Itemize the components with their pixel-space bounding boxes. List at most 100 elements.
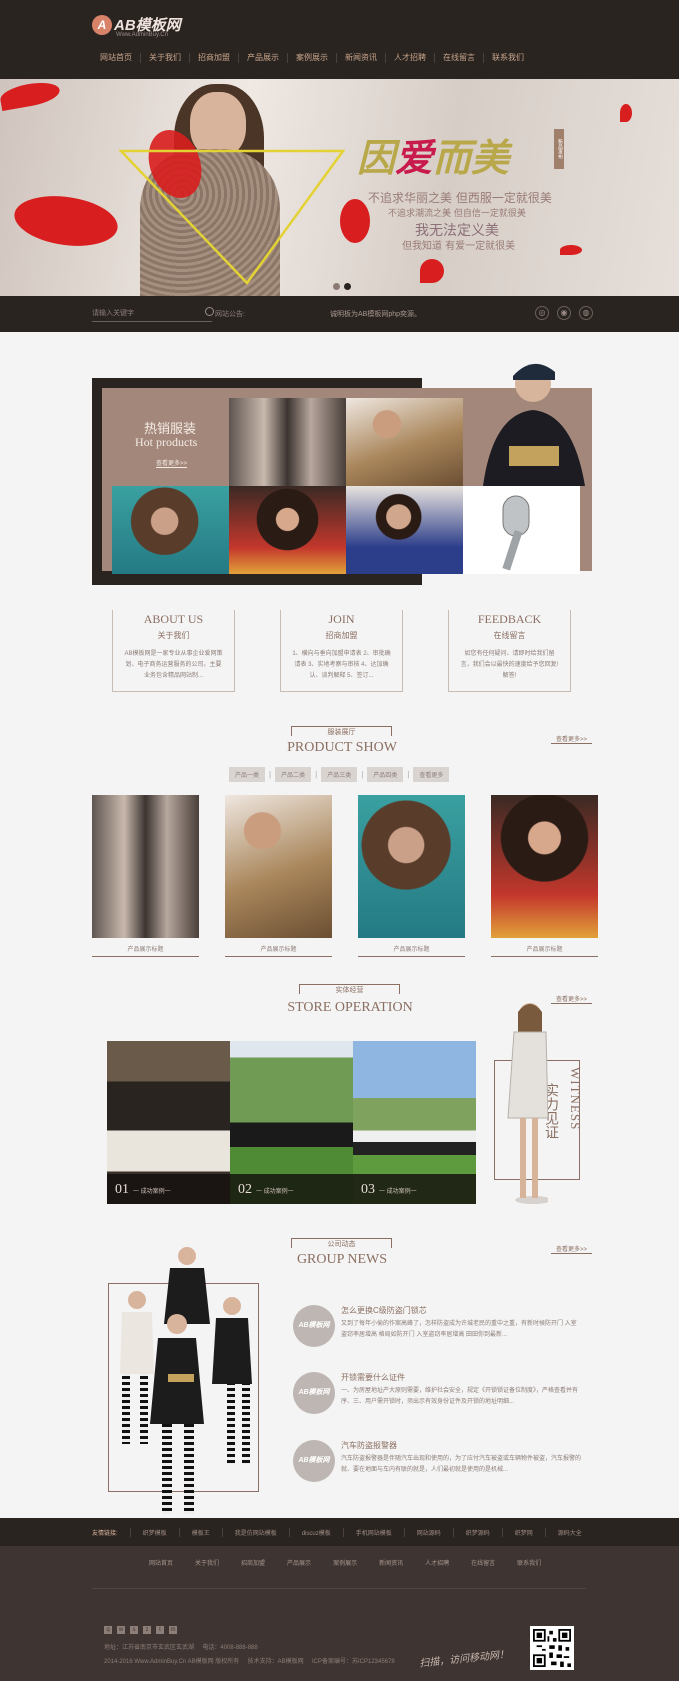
hot-more-link[interactable]: 查看更多>>: [156, 458, 188, 468]
search-input[interactable]: 请输入关键字: [92, 308, 212, 322]
share-zone-icon[interactable]: z: [143, 1626, 151, 1634]
banner-line-1: 不追求华丽之美 但西服一定就很美: [368, 191, 552, 205]
product-caption: 产品展示标题: [92, 944, 199, 957]
footer-nav-item[interactable]: 人才招聘: [414, 1558, 460, 1567]
join-desc: 1、横向与垂向加盟申请表 2、审批确请表 3、实地考察与审核 4、达加确认、谈判…: [292, 651, 391, 679]
hot-product-image[interactable]: [112, 486, 229, 574]
notice-text[interactable]: 诚明板为AB模板网php奕源。: [330, 309, 421, 319]
nav-item[interactable]: 案例展示: [288, 53, 337, 63]
nav-item[interactable]: 新闻资讯: [337, 53, 386, 63]
store-case-label: 02 一 成功案例一: [230, 1174, 353, 1204]
product-card[interactable]: 产品展示标题: [92, 795, 199, 957]
friend-link[interactable]: 织梦网: [501, 1527, 545, 1537]
petal-decor: [620, 104, 632, 122]
friend-links-label: 友情链接:: [92, 1530, 118, 1537]
banner-headline: 因爱而美: [357, 135, 510, 180]
witness-en: WITNESS: [568, 1067, 583, 1131]
hot-product-image[interactable]: [229, 398, 346, 486]
footer-nav-item[interactable]: 联系我们: [506, 1558, 552, 1567]
feedback-block[interactable]: FEEDBACK 在线留言 如您有任何疑问、请即时给我们留言，我们会以最快的速度…: [448, 610, 571, 692]
product-more-link[interactable]: 查看更多>>: [551, 734, 592, 744]
news-body: 一、为房屋地址产大原则需要，维护社会安全，规定《开锁锁证备位制度》，严格查看并有…: [341, 1388, 579, 1405]
product-card[interactable]: 产品展示标题: [225, 795, 332, 957]
friend-link[interactable]: 源码大全: [544, 1527, 594, 1537]
filter-separator: |: [269, 770, 272, 779]
filter-separator: |: [361, 770, 364, 779]
filter-tab[interactable]: 产品一类: [229, 767, 266, 782]
footer-nav-item[interactable]: 网站首页: [138, 1558, 184, 1567]
product-card[interactable]: 产品展示标题: [491, 795, 598, 957]
banner-pagination: [333, 283, 351, 290]
wechat-icon[interactable]: ◍: [579, 306, 593, 320]
friend-link[interactable]: 模板王: [178, 1527, 222, 1537]
footer-nav-item[interactable]: 招商加盟: [230, 1558, 276, 1567]
nav-item[interactable]: 产品展示: [239, 53, 288, 63]
site-footer: 网站首页 关于我们 招商加盟 产品展示 案例展示 新闻资讯 人才招聘 在线留言 …: [0, 1546, 679, 1681]
share-sina-icon[interactable]: s: [130, 1626, 138, 1634]
share-tencent-icon[interactable]: t: [156, 1626, 164, 1634]
friend-link[interactable]: discuz模板: [288, 1527, 343, 1537]
pagination-dot-active[interactable]: [344, 283, 351, 290]
hot-model-image[interactable]: [463, 354, 593, 486]
footer-icp[interactable]: ICP备案编号：苏ICP12345678: [312, 1659, 395, 1665]
nav-item[interactable]: 关于我们: [141, 53, 190, 63]
product-card[interactable]: 产品展示标题: [358, 795, 465, 957]
filter-tab[interactable]: 产品四类: [367, 767, 404, 782]
page: A AB模板网 Www.AdminBuy.Cn 网站首页 关于我们 招商加盟 产…: [0, 0, 679, 1681]
footer-nav-item[interactable]: 关于我们: [184, 1558, 230, 1567]
footer-phone: 电话：4008-888-888: [202, 1645, 258, 1651]
hot-product-image[interactable]: [229, 486, 346, 574]
hot-product-image[interactable]: [463, 486, 580, 574]
about-subtitle: 关于我们: [157, 631, 190, 640]
nav-item[interactable]: 网站首页: [94, 53, 141, 63]
share-more-icon[interactable]: m: [169, 1626, 177, 1634]
footer-support[interactable]: 技术支持：AB模板网: [248, 1659, 304, 1665]
footer-nav-item[interactable]: 新闻资讯: [368, 1558, 414, 1567]
friend-link[interactable]: 网站源码: [403, 1527, 453, 1537]
store-case[interactable]: 02 一 成功案例一: [230, 1041, 353, 1204]
hot-product-image[interactable]: [346, 486, 463, 574]
hot-product-image[interactable]: [346, 398, 463, 486]
nav-item[interactable]: 联系我们: [484, 53, 532, 63]
share-weibo-icon[interactable]: w: [117, 1626, 125, 1634]
news-models-image: [120, 1247, 252, 1514]
petal-decor: [0, 79, 62, 112]
feedback-subtitle: 在线留言: [493, 631, 526, 640]
friend-link[interactable]: 手机网站模板: [342, 1527, 404, 1537]
notice-label: 网站公告:: [215, 311, 245, 318]
footer-nav-item[interactable]: 案例展示: [322, 1558, 368, 1567]
hero-banner[interactable]: 因爱而美 新品发布 不追求华丽之美 但西服一定就很美 不追求潮流之美 但自信一定…: [0, 79, 679, 296]
filter-tab[interactable]: 产品三类: [321, 767, 358, 782]
news-title[interactable]: 汽车防盗报警器: [341, 1440, 397, 1451]
about-block[interactable]: ABOUT US 关于我们 AB模板网是一家专业从事企业爱网策划、电子商务运营服…: [112, 610, 235, 692]
share-qzone-icon[interactable]: q: [104, 1626, 112, 1634]
join-block[interactable]: JOIN 招商加盟 1、横向与垂向加盟申请表 2、审批确请表 3、实地考察与审核…: [280, 610, 403, 692]
social-icons: ◎ ◉ ◍: [535, 306, 593, 320]
filter-tab[interactable]: 查看更多: [413, 767, 450, 782]
nav-item[interactable]: 在线留言: [435, 53, 484, 63]
petal-decor: [560, 245, 582, 255]
store-case[interactable]: 01 一 成功案例一: [107, 1041, 230, 1204]
footer-nav-item[interactable]: 在线留言: [460, 1558, 506, 1567]
qq-icon[interactable]: ◉: [557, 306, 571, 320]
friend-link[interactable]: 我是仿网站模板: [221, 1527, 289, 1537]
pagination-dot[interactable]: [333, 283, 340, 290]
nav-item[interactable]: 人才招聘: [386, 53, 435, 63]
store-more-link[interactable]: 查看更多>>: [551, 994, 592, 1004]
footer-contact: 地址：江苏省南京市玄武区玄武湖 电话：4008-888-888: [104, 1642, 258, 1651]
store-case[interactable]: 03 一 成功案例一: [353, 1041, 476, 1204]
friend-link[interactable]: 织梦模板: [129, 1527, 179, 1537]
weibo-icon[interactable]: ◎: [535, 306, 549, 320]
filter-tab[interactable]: 产品二类: [275, 767, 312, 782]
store-gallery: 01 一 成功案例一 02 一 成功案例一 03 一 成功案例一: [107, 1041, 476, 1204]
join-subtitle: 招商加盟: [325, 631, 358, 640]
news-more-link[interactable]: 查看更多>>: [551, 1244, 592, 1254]
friend-link[interactable]: 织梦源码: [452, 1527, 502, 1537]
footer-nav-item[interactable]: 产品展示: [276, 1558, 322, 1567]
logo[interactable]: A AB模板网 Www.AdminBuy.Cn: [92, 14, 181, 38]
nav-item[interactable]: 招商加盟: [190, 53, 239, 63]
news-title[interactable]: 怎么更换C级防盗门锁芯: [341, 1305, 427, 1316]
search-icon[interactable]: [205, 307, 214, 316]
product-image: [358, 795, 465, 938]
news-title[interactable]: 开锁需要什么证件: [341, 1372, 405, 1383]
